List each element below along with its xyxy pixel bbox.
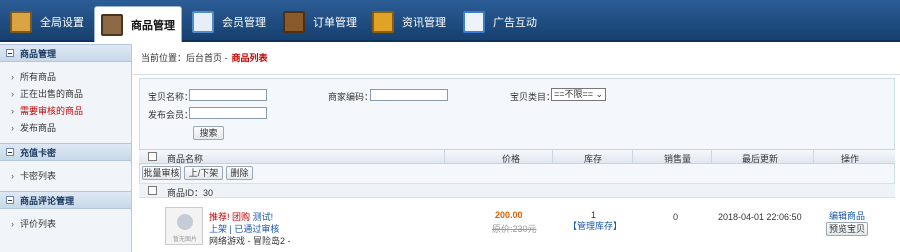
- nav-ad-interaction[interactable]: 广告互动: [463, 6, 537, 38]
- nav-member-management[interactable]: 会员管理: [192, 6, 266, 38]
- nav-label: 广告互动: [493, 17, 537, 29]
- sidebar-item-on-sale[interactable]: 正在出售的商品: [11, 86, 131, 103]
- divider: [552, 150, 553, 163]
- section-title: 充值卡密: [20, 147, 57, 158]
- thumbnail-text: 暂无图片: [172, 237, 197, 243]
- sidebar-item-pending-review[interactable]: 需要审核的商品: [11, 103, 131, 120]
- select-all-checkbox[interactable]: [148, 152, 157, 161]
- header-sales: 销售量: [664, 154, 692, 164]
- nav-label: 商品管理: [131, 19, 175, 32]
- code-input[interactable]: [370, 89, 448, 101]
- product-old-price: 原价:230元: [492, 224, 537, 234]
- divider: [444, 150, 445, 163]
- header-action: 操作: [841, 154, 860, 164]
- collapse-icon[interactable]: [6, 196, 14, 204]
- nav-goods-management[interactable]: 商品管理: [94, 6, 182, 42]
- product-thumbnail[interactable]: 暂无图片: [165, 207, 203, 245]
- goods-grid-icon: [101, 13, 123, 36]
- batch-review-button[interactable]: 批量审核: [142, 166, 181, 180]
- sidebar-item-publish[interactable]: 发布商品: [11, 120, 131, 137]
- name-input[interactable]: [189, 89, 267, 101]
- settings-window-icon: [10, 11, 32, 33]
- breadcrumb-current: 商品列表: [231, 53, 268, 63]
- header-stock: 库存: [584, 154, 603, 164]
- sidebar-section-goods[interactable]: 商品管理: [0, 44, 131, 62]
- table-row: 暂无图片 推荐! 团购 测试! 上架 | 已通过审核 网络游戏 - 冒险岛2 -…: [139, 198, 895, 252]
- collapse-icon[interactable]: [6, 148, 14, 156]
- seller-input[interactable]: [189, 107, 267, 119]
- delete-button[interactable]: 删除: [226, 166, 253, 180]
- sidebar-section-reviews[interactable]: 商品评论管理: [0, 191, 131, 209]
- divider: [813, 150, 814, 163]
- section-title: 商品评论管理: [20, 195, 75, 206]
- status-on-shelf: 上架: [209, 224, 228, 234]
- nav-label: 资讯管理: [402, 17, 446, 29]
- member-card-icon: [192, 11, 214, 33]
- product-title[interactable]: 测试!: [253, 212, 274, 222]
- product-sales: 0: [673, 212, 679, 222]
- product-price: 200.00: [495, 210, 523, 220]
- sidebar: 商品管理 所有商品 正在出售的商品 需要审核的商品 发布商品 充值卡密 卡密列表…: [0, 44, 132, 252]
- nav-news-management[interactable]: 资讯管理: [372, 6, 446, 38]
- news-folder-icon: [372, 11, 394, 33]
- code-label: 商家编码：: [328, 92, 374, 102]
- placeholder-image-icon: [177, 214, 193, 230]
- divider: [632, 150, 633, 163]
- table-row-id: 商品ID：30: [139, 183, 895, 198]
- sidebar-section-cards[interactable]: 充值卡密: [0, 143, 131, 161]
- breadcrumb: 当前位置：后台首页 - 商品列表: [141, 51, 268, 64]
- nav-order-management[interactable]: 订单管理: [283, 6, 357, 38]
- row-checkbox[interactable]: [148, 186, 157, 195]
- status-separator: |: [229, 224, 232, 234]
- seller-label: 发布会员：: [148, 110, 194, 120]
- top-nav: 全局设置 商品管理 会员管理 订单管理 资讯管理 广告互动: [0, 0, 900, 42]
- table-header: 商品名称 价格 库存 销售量 最后更新 操作: [139, 149, 895, 164]
- breadcrumb-prefix: 当前位置：后台首页 -: [141, 53, 228, 63]
- ad-document-icon: [463, 11, 485, 33]
- tag-recommend[interactable]: 推荐!: [209, 212, 230, 222]
- status-review: 已通过审核: [234, 224, 280, 234]
- name-label: 宝贝名称：: [148, 92, 194, 102]
- product-category: 网络游戏 - 冒险岛2 -: [209, 236, 291, 246]
- nav-label: 全局设置: [40, 17, 84, 29]
- main-content: 当前位置：后台首页 - 商品列表 宝贝名称： 商家编码： 宝贝类目： ==不限==…: [133, 44, 900, 252]
- header-name: 商品名称: [167, 154, 204, 164]
- category-select[interactable]: ==不限== ⌄: [551, 88, 606, 101]
- preview-product-button[interactable]: 预览宝贝: [826, 222, 868, 236]
- category-value: ==不限==: [554, 89, 594, 99]
- category-label: 宝贝类目：: [510, 92, 556, 102]
- manage-stock-link[interactable]: 【管理库存】: [568, 219, 622, 232]
- sidebar-item-card-list[interactable]: 卡密列表: [11, 168, 131, 185]
- sidebar-item-all-goods[interactable]: 所有商品: [11, 69, 131, 86]
- divider: [711, 150, 712, 163]
- search-button[interactable]: 搜索: [193, 126, 224, 140]
- section-title: 商品管理: [20, 48, 57, 59]
- nav-global-settings[interactable]: 全局设置: [10, 6, 84, 38]
- nav-label: 会员管理: [222, 17, 266, 29]
- header-price: 价格: [502, 154, 521, 164]
- divider: [133, 74, 900, 75]
- sidebar-item-review-list[interactable]: 评价列表: [11, 216, 131, 233]
- chevron-down-icon: ⌄: [595, 89, 603, 99]
- edit-product-link[interactable]: 编辑商品: [829, 209, 865, 222]
- tag-group-buy[interactable]: 团购: [232, 212, 250, 222]
- order-book-icon: [283, 11, 305, 33]
- product-updated: 2018-04-01 22:06:50: [718, 212, 802, 222]
- toggle-shelf-button[interactable]: 上/下架: [184, 166, 223, 180]
- collapse-icon[interactable]: [6, 49, 14, 57]
- nav-label: 订单管理: [313, 17, 357, 29]
- header-updated: 最后更新: [742, 154, 779, 164]
